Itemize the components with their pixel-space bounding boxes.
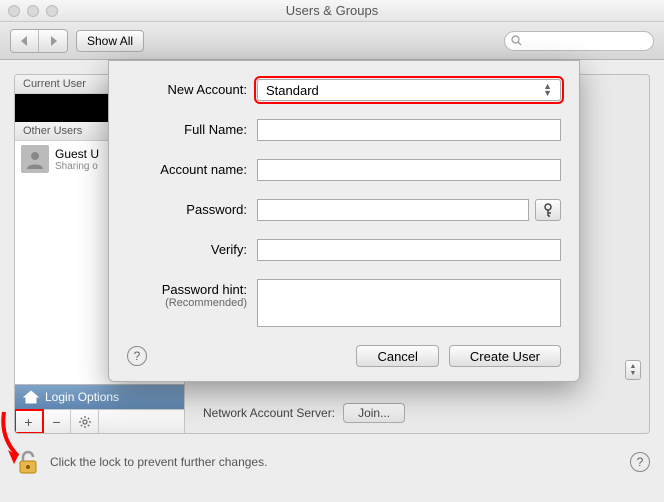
new-account-label: New Account:: [127, 79, 247, 97]
account-name-input[interactable]: [257, 159, 561, 181]
password-assistant-button[interactable]: [535, 199, 561, 221]
hint-label: Password hint: (Recommended): [127, 279, 247, 309]
password-input[interactable]: [257, 199, 529, 221]
minimize-window-button[interactable]: [27, 5, 39, 17]
hint-row: Password hint: (Recommended): [127, 279, 561, 327]
unlock-icon[interactable]: [14, 448, 42, 476]
lock-row: Click the lock to prevent further change…: [14, 448, 650, 476]
sidebar-toolbar: + −: [15, 409, 184, 433]
account-type-select[interactable]: Standard ▲▼: [257, 79, 561, 101]
guest-user-text: Guest U Sharing o: [55, 147, 99, 172]
house-icon: [23, 390, 39, 404]
zoom-window-button[interactable]: [46, 5, 58, 17]
password-label: Password:: [127, 199, 247, 217]
toolbar: Show All: [0, 22, 664, 60]
account-name-row: Account name:: [127, 159, 561, 181]
window-title: Users & Groups: [0, 3, 664, 18]
search-icon: [511, 35, 522, 46]
create-user-button[interactable]: Create User: [449, 345, 561, 367]
gear-icon: [79, 416, 91, 428]
key-icon: [542, 203, 554, 217]
verify-input[interactable]: [257, 239, 561, 261]
verify-label: Verify:: [127, 239, 247, 257]
hint-input[interactable]: [257, 279, 561, 327]
full-name-input[interactable]: [257, 119, 561, 141]
login-options-row[interactable]: Login Options: [15, 384, 184, 409]
lock-text: Click the lock to prevent further change…: [50, 455, 267, 469]
remove-user-button[interactable]: −: [43, 410, 71, 433]
login-options-label: Login Options: [45, 390, 119, 404]
full-name-label: Full Name:: [127, 119, 247, 137]
chevron-updown-icon: ▲▼: [543, 83, 552, 97]
sheet-help-button[interactable]: ?: [127, 346, 147, 366]
join-button[interactable]: Join...: [343, 403, 405, 423]
create-user-sheet: New Account: Standard ▲▼ Full Name: Acco…: [108, 60, 580, 382]
search-input[interactable]: [504, 31, 654, 51]
cancel-button[interactable]: Cancel: [356, 345, 438, 367]
new-account-row: New Account: Standard ▲▼: [127, 79, 561, 101]
help-button[interactable]: ?: [630, 452, 650, 472]
forward-button[interactable]: [39, 30, 67, 52]
close-window-button[interactable]: [8, 5, 20, 17]
options-stepper[interactable]: ▲▼: [625, 360, 641, 380]
guest-avatar-icon: [21, 145, 49, 173]
titlebar: Users & Groups: [0, 0, 664, 22]
guest-user-sub: Sharing o: [55, 161, 99, 172]
back-button[interactable]: [11, 30, 39, 52]
network-account-server-row: Network Account Server: Join...: [203, 403, 405, 423]
account-type-value: Standard: [266, 83, 319, 98]
sheet-footer: ? Cancel Create User: [127, 345, 561, 367]
nas-label: Network Account Server:: [203, 406, 335, 420]
traffic-lights: [8, 5, 58, 17]
password-row: Password:: [127, 199, 561, 221]
show-all-button[interactable]: Show All: [76, 30, 144, 52]
account-name-label: Account name:: [127, 159, 247, 177]
verify-row: Verify:: [127, 239, 561, 261]
full-name-row: Full Name:: [127, 119, 561, 141]
nav-buttons: [10, 29, 68, 53]
sidebar-action-button[interactable]: [71, 410, 99, 433]
add-user-button[interactable]: +: [15, 410, 43, 433]
guest-user-name: Guest U: [55, 147, 99, 161]
